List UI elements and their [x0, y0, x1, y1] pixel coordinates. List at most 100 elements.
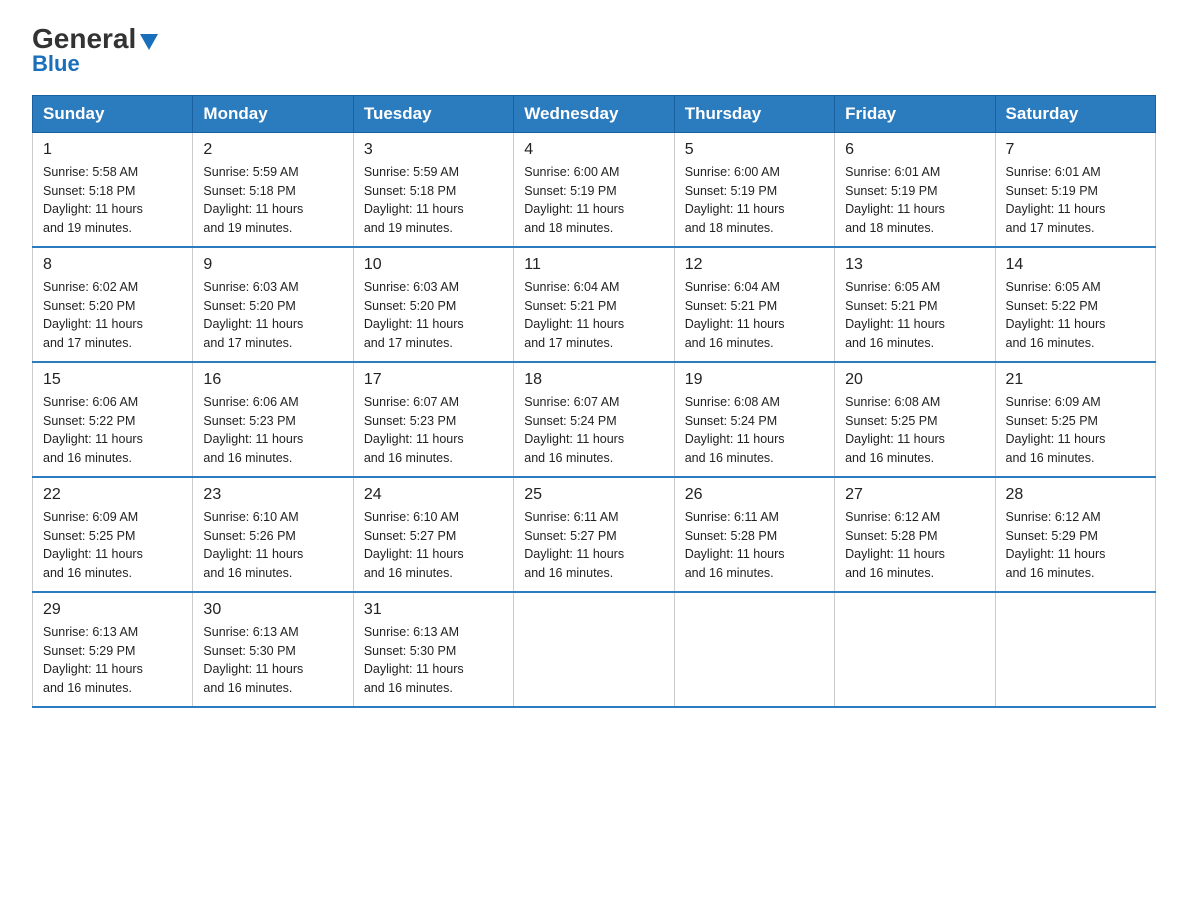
day-number: 18: [524, 371, 663, 389]
day-number: 3: [364, 141, 503, 159]
calendar-cell: 31Sunrise: 6:13 AMSunset: 5:30 PMDayligh…: [353, 592, 513, 707]
day-info: Sunrise: 6:02 AMSunset: 5:20 PMDaylight:…: [43, 278, 182, 353]
day-info: Sunrise: 6:00 AMSunset: 5:19 PMDaylight:…: [685, 163, 824, 238]
header-wednesday: Wednesday: [514, 95, 674, 132]
day-info: Sunrise: 6:04 AMSunset: 5:21 PMDaylight:…: [685, 278, 824, 353]
calendar-cell: [835, 592, 995, 707]
day-number: 28: [1006, 486, 1145, 504]
day-info: Sunrise: 6:09 AMSunset: 5:25 PMDaylight:…: [1006, 393, 1145, 468]
day-number: 31: [364, 601, 503, 619]
calendar-cell: 12 Sunrise: 6:04 AMSunset: 5:21 PMDayligh…: [674, 247, 834, 362]
day-number: 23: [203, 486, 342, 504]
calendar-header-row: SundayMondayTuesdayWednesdayThursdayFrid…: [33, 95, 1156, 132]
calendar-cell: 14 Sunrise: 6:05 AMSunset: 5:22 PMDayligh…: [995, 247, 1155, 362]
day-info: Sunrise: 6:12 AMSunset: 5:28 PMDaylight:…: [845, 508, 984, 583]
day-number: 9: [203, 256, 342, 274]
day-info: Sunrise: 6:07 AMSunset: 5:24 PMDaylight:…: [524, 393, 663, 468]
day-info: Sunrise: 6:11 AMSunset: 5:28 PMDaylight:…: [685, 508, 824, 583]
day-info: Sunrise: 6:08 AMSunset: 5:25 PMDaylight:…: [845, 393, 984, 468]
day-info: Sunrise: 5:59 AMSunset: 5:18 PMDaylight:…: [364, 163, 503, 238]
day-info: Sunrise: 5:59 AMSunset: 5:18 PMDaylight:…: [203, 163, 342, 238]
day-info: Sunrise: 6:03 AMSunset: 5:20 PMDaylight:…: [364, 278, 503, 353]
calendar-cell: 2 Sunrise: 5:59 AMSunset: 5:18 PMDaylight…: [193, 132, 353, 247]
day-info: Sunrise: 6:05 AMSunset: 5:21 PMDaylight:…: [845, 278, 984, 353]
day-info: Sunrise: 6:04 AMSunset: 5:21 PMDaylight:…: [524, 278, 663, 353]
week-row-3: 15 Sunrise: 6:06 AMSunset: 5:22 PMDayligh…: [33, 362, 1156, 477]
day-info: Sunrise: 6:00 AMSunset: 5:19 PMDaylight:…: [524, 163, 663, 238]
calendar-cell: 11 Sunrise: 6:04 AMSunset: 5:21 PMDayligh…: [514, 247, 674, 362]
day-info: Sunrise: 6:03 AMSunset: 5:20 PMDaylight:…: [203, 278, 342, 353]
day-number: 1: [43, 141, 182, 159]
calendar-cell: 30 Sunrise: 6:13 AMSunset: 5:30 PMDayligh…: [193, 592, 353, 707]
day-info: Sunrise: 6:05 AMSunset: 5:22 PMDaylight:…: [1006, 278, 1145, 353]
day-info: Sunrise: 6:07 AMSunset: 5:23 PMDaylight:…: [364, 393, 503, 468]
day-info: Sunrise: 6:01 AMSunset: 5:19 PMDaylight:…: [1006, 163, 1145, 238]
day-number: 27: [845, 486, 984, 504]
page-header: General Blue: [32, 24, 1156, 77]
header-friday: Friday: [835, 95, 995, 132]
calendar-cell: [995, 592, 1155, 707]
calendar-cell: 1 Sunrise: 5:58 AMSunset: 5:18 PMDaylight…: [33, 132, 193, 247]
day-info: Sunrise: 6:11 AMSunset: 5:27 PMDaylight:…: [524, 508, 663, 583]
calendar-cell: 28 Sunrise: 6:12 AMSunset: 5:29 PMDayligh…: [995, 477, 1155, 592]
day-number: 21: [1006, 371, 1145, 389]
week-row-2: 8 Sunrise: 6:02 AMSunset: 5:20 PMDaylight…: [33, 247, 1156, 362]
day-info: Sunrise: 5:58 AMSunset: 5:18 PMDaylight:…: [43, 163, 182, 238]
calendar-cell: 13 Sunrise: 6:05 AMSunset: 5:21 PMDayligh…: [835, 247, 995, 362]
calendar-cell: 27 Sunrise: 6:12 AMSunset: 5:28 PMDayligh…: [835, 477, 995, 592]
day-number: 20: [845, 371, 984, 389]
day-number: 10: [364, 256, 503, 274]
header-sunday: Sunday: [33, 95, 193, 132]
header-thursday: Thursday: [674, 95, 834, 132]
calendar-cell: 21 Sunrise: 6:09 AMSunset: 5:25 PMDayligh…: [995, 362, 1155, 477]
week-row-5: 29 Sunrise: 6:13 AMSunset: 5:29 PMDayligh…: [33, 592, 1156, 707]
logo-triangle-icon: [138, 30, 160, 52]
calendar-cell: 15 Sunrise: 6:06 AMSunset: 5:22 PMDayligh…: [33, 362, 193, 477]
day-info: Sunrise: 6:08 AMSunset: 5:24 PMDaylight:…: [685, 393, 824, 468]
day-number: 25: [524, 486, 663, 504]
day-info: Sunrise: 6:06 AMSunset: 5:22 PMDaylight:…: [43, 393, 182, 468]
day-number: 15: [43, 371, 182, 389]
calendar-cell: 8 Sunrise: 6:02 AMSunset: 5:20 PMDaylight…: [33, 247, 193, 362]
day-number: 2: [203, 141, 342, 159]
week-row-1: 1 Sunrise: 5:58 AMSunset: 5:18 PMDaylight…: [33, 132, 1156, 247]
header-monday: Monday: [193, 95, 353, 132]
logo-text-bottom: Blue: [32, 51, 80, 77]
day-number: 17: [364, 371, 503, 389]
day-info: Sunrise: 6:13 AMSunset: 5:29 PMDaylight:…: [43, 623, 182, 698]
calendar-cell: 10 Sunrise: 6:03 AMSunset: 5:20 PMDayligh…: [353, 247, 513, 362]
day-number: 12: [685, 256, 824, 274]
calendar-cell: 3 Sunrise: 5:59 AMSunset: 5:18 PMDaylight…: [353, 132, 513, 247]
calendar-cell: 20 Sunrise: 6:08 AMSunset: 5:25 PMDayligh…: [835, 362, 995, 477]
day-number: 29: [43, 601, 182, 619]
header-saturday: Saturday: [995, 95, 1155, 132]
day-number: 14: [1006, 256, 1145, 274]
day-info: Sunrise: 6:12 AMSunset: 5:29 PMDaylight:…: [1006, 508, 1145, 583]
calendar-cell: 16 Sunrise: 6:06 AMSunset: 5:23 PMDayligh…: [193, 362, 353, 477]
calendar-cell: 4 Sunrise: 6:00 AMSunset: 5:19 PMDaylight…: [514, 132, 674, 247]
day-info: Sunrise: 6:01 AMSunset: 5:19 PMDaylight:…: [845, 163, 984, 238]
header-tuesday: Tuesday: [353, 95, 513, 132]
day-info: Sunrise: 6:13 AMSunset: 5:30 PMDaylight:…: [203, 623, 342, 698]
day-number: 13: [845, 256, 984, 274]
day-number: 30: [203, 601, 342, 619]
day-number: 19: [685, 371, 824, 389]
calendar-cell: 22 Sunrise: 6:09 AMSunset: 5:25 PMDayligh…: [33, 477, 193, 592]
day-number: 11: [524, 256, 663, 274]
day-info: Sunrise: 6:09 AMSunset: 5:25 PMDaylight:…: [43, 508, 182, 583]
calendar-cell: 25 Sunrise: 6:11 AMSunset: 5:27 PMDayligh…: [514, 477, 674, 592]
day-number: 8: [43, 256, 182, 274]
calendar-cell: 6 Sunrise: 6:01 AMSunset: 5:19 PMDaylight…: [835, 132, 995, 247]
logo-general: General: [32, 23, 136, 54]
day-number: 4: [524, 141, 663, 159]
calendar-cell: 5 Sunrise: 6:00 AMSunset: 5:19 PMDaylight…: [674, 132, 834, 247]
day-number: 22: [43, 486, 182, 504]
logo: General Blue: [32, 24, 160, 77]
day-number: 7: [1006, 141, 1145, 159]
calendar-cell: 7 Sunrise: 6:01 AMSunset: 5:19 PMDaylight…: [995, 132, 1155, 247]
calendar-cell: 18 Sunrise: 6:07 AMSunset: 5:24 PMDayligh…: [514, 362, 674, 477]
day-info: Sunrise: 6:06 AMSunset: 5:23 PMDaylight:…: [203, 393, 342, 468]
day-number: 5: [685, 141, 824, 159]
day-number: 6: [845, 141, 984, 159]
day-number: 16: [203, 371, 342, 389]
